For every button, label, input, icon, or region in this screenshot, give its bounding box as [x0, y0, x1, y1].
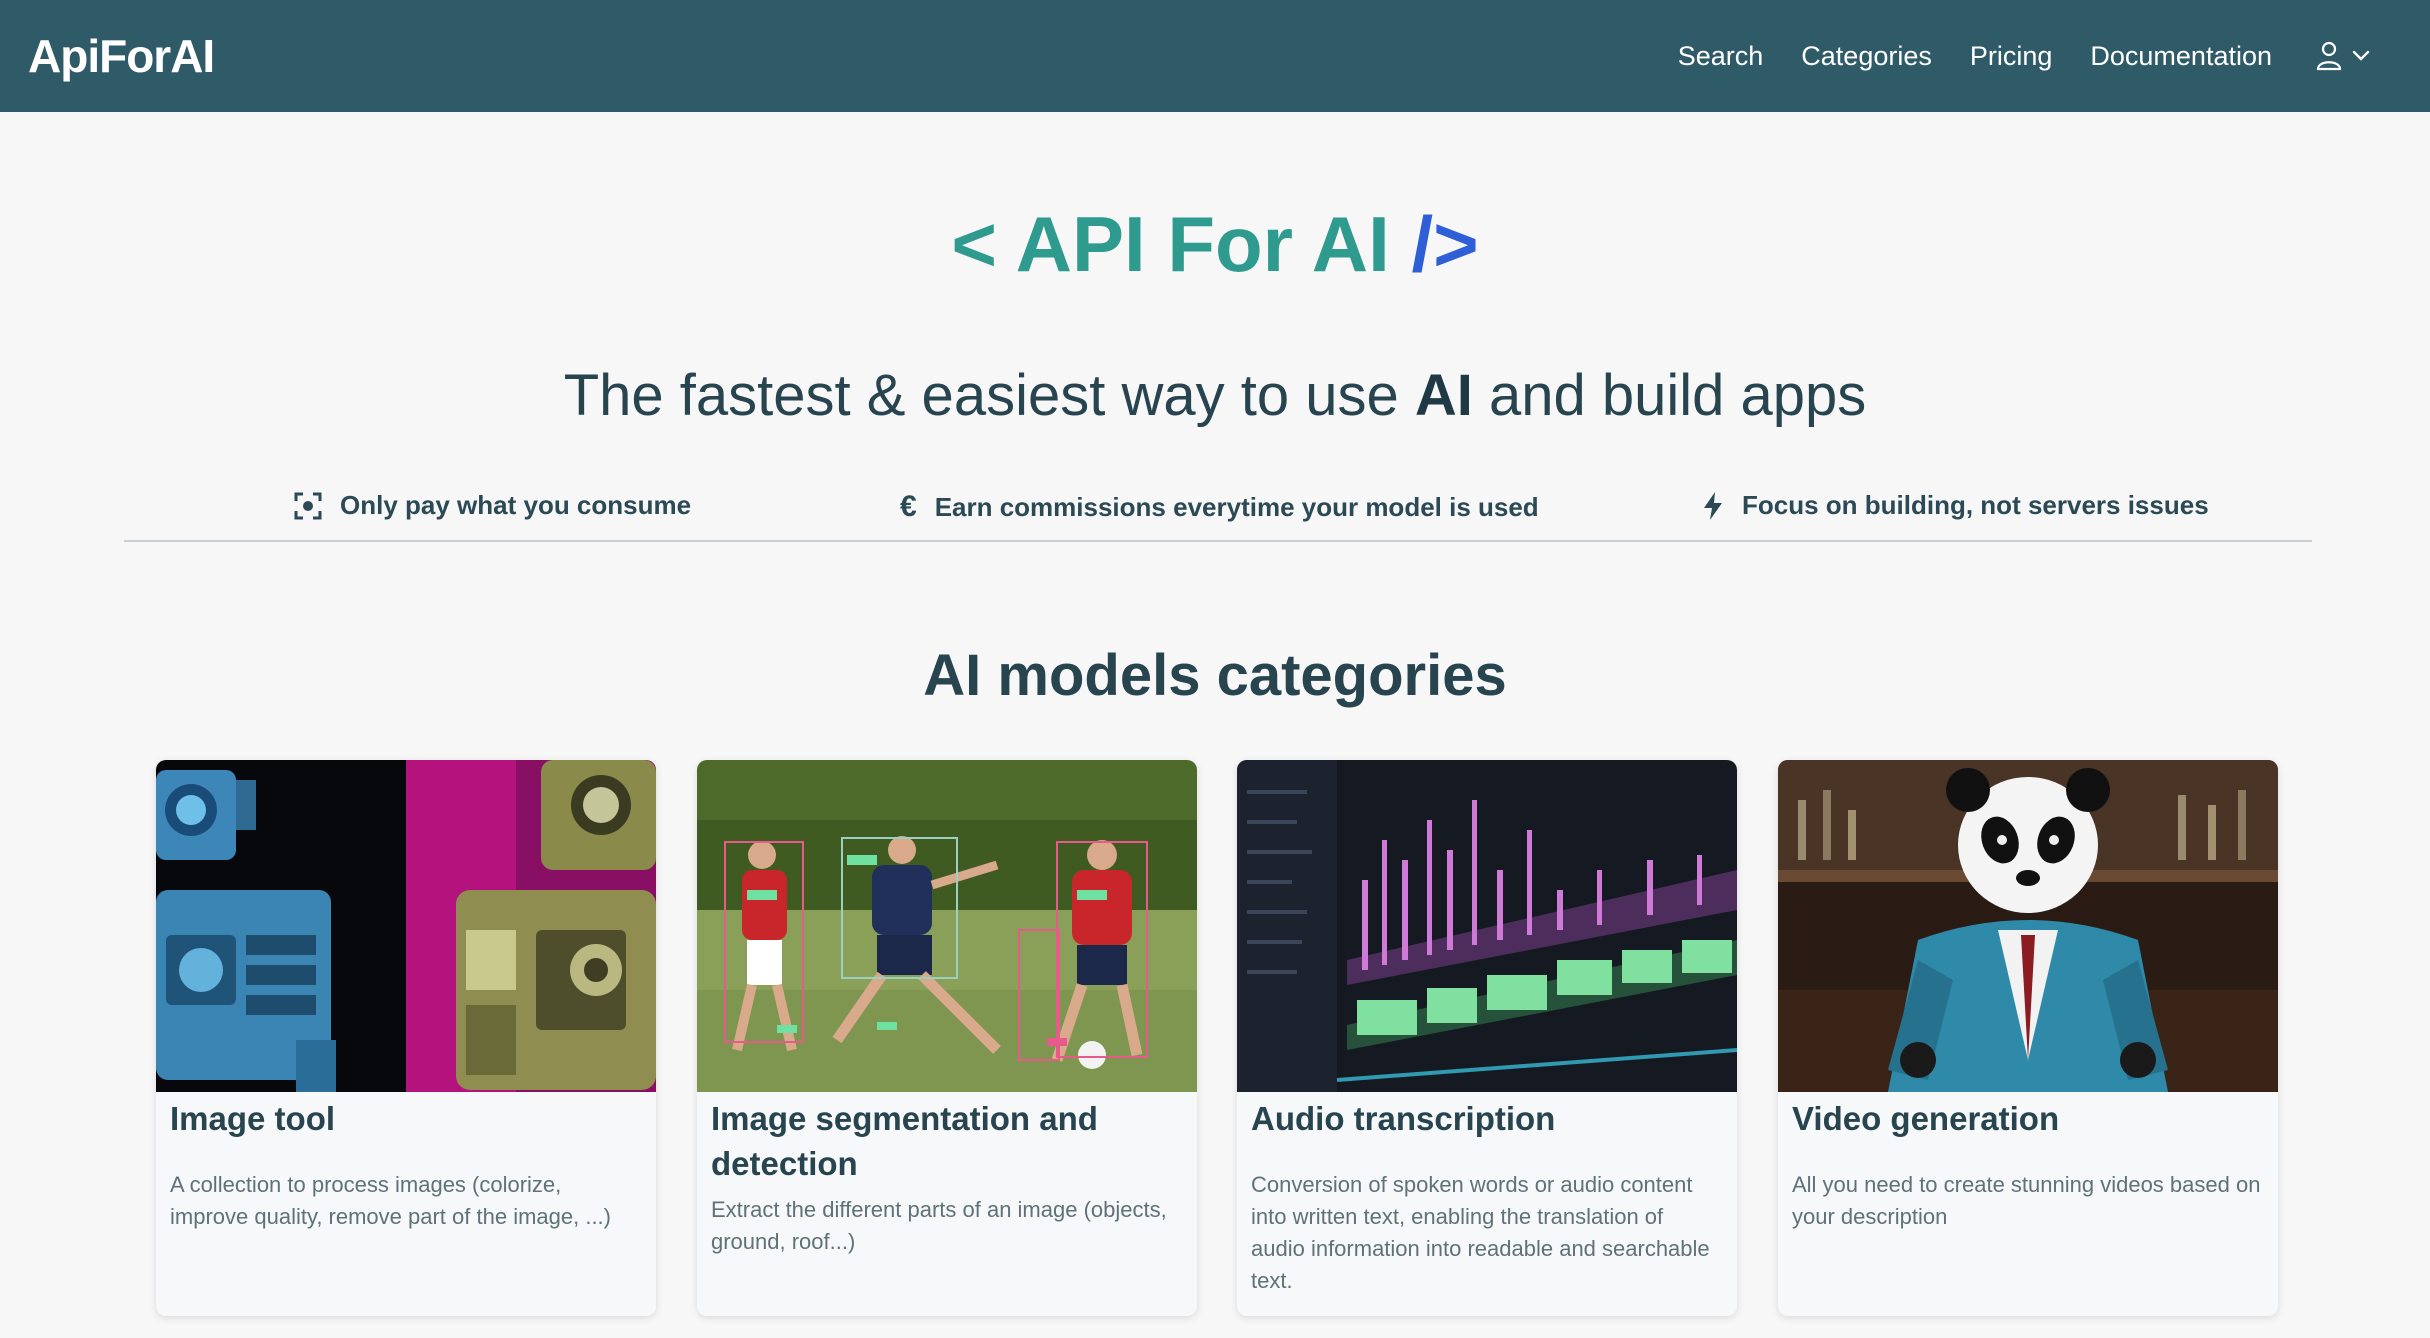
- card-image: [1778, 760, 2278, 1092]
- chevron-down-icon: [2352, 50, 2370, 62]
- nav-pricing[interactable]: Pricing: [1970, 41, 2053, 72]
- brand-logo[interactable]: ApiForAI: [28, 29, 215, 83]
- card-image: [1237, 760, 1737, 1092]
- card-description: All you need to create stunning videos b…: [1792, 1172, 2261, 1229]
- hero-title: < API For AI />: [0, 196, 2430, 292]
- user-menu[interactable]: [2316, 41, 2370, 71]
- tagline-bold: AI: [1414, 363, 1473, 428]
- nav-categories[interactable]: Categories: [1801, 41, 1932, 72]
- card-image: [156, 760, 656, 1092]
- tagline-before: The fastest & easiest way to use: [563, 363, 1415, 428]
- card-title: Image segmentation and detection: [711, 1100, 1098, 1182]
- tagline-after: and build apps: [1472, 363, 1867, 428]
- feature-focus-building: Focus on building, not servers issues: [1702, 490, 2209, 521]
- scan-icon: [294, 492, 322, 520]
- card-description: A collection to process images (colorize…: [170, 1172, 611, 1229]
- hero-title-close: />: [1411, 200, 1479, 288]
- card-title: Audio transcription: [1251, 1100, 1556, 1137]
- feature-label: Earn commissions everytime your model is…: [934, 491, 1539, 522]
- card-title: Image tool: [170, 1100, 336, 1137]
- card-image: [697, 760, 1197, 1092]
- card-description: Extract the different parts of an image …: [711, 1197, 1167, 1254]
- feature-commissions: € Earn commissions everytime your model …: [900, 490, 1539, 524]
- card-title: Video generation: [1792, 1100, 2060, 1137]
- category-card-video-generation[interactable]: Video generation All you need to create …: [1778, 760, 2278, 1316]
- category-card-image-segmentation[interactable]: Image segmentation and detection Extract…: [697, 760, 1197, 1316]
- section-title: AI models categories: [923, 643, 1507, 708]
- tagline: The fastest & easiest way to use AI and …: [0, 356, 2430, 436]
- bolt-icon: [1702, 491, 1724, 521]
- hero-title-open: < API For AI: [951, 200, 1390, 288]
- nav-documentation[interactable]: Documentation: [2090, 41, 2272, 72]
- euro-icon: €: [900, 490, 917, 523]
- category-card-audio-transcription[interactable]: Audio transcription Conversion of spoken…: [1237, 760, 1737, 1316]
- feature-label: Focus on building, not servers issues: [1742, 490, 2209, 520]
- nav-links: Search Categories Pricing Documentation: [1640, 0, 2370, 112]
- card-description: Conversion of spoken words or audio cont…: [1251, 1172, 1710, 1293]
- feature-label: Only pay what you consume: [340, 490, 692, 520]
- features-bar: Only pay what you consume € Earn commiss…: [124, 484, 2312, 542]
- feature-pay-per-use: Only pay what you consume: [294, 490, 691, 521]
- nav-search[interactable]: Search: [1678, 41, 1764, 72]
- navbar: ApiForAI Search Categories Pricing Docum…: [0, 0, 2430, 112]
- category-card-image-tool[interactable]: Image tool A collection to process image…: [156, 760, 656, 1316]
- user-icon: [2316, 41, 2342, 71]
